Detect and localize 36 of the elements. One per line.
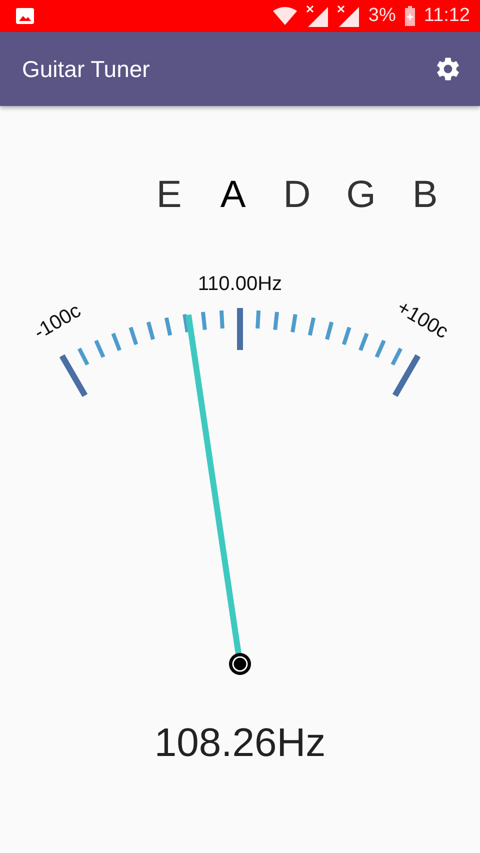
scale-tick xyxy=(146,322,155,340)
scale-tick xyxy=(358,332,369,352)
battery-icon xyxy=(404,6,415,26)
scale-tick xyxy=(94,340,106,358)
wifi-icon xyxy=(273,7,298,25)
scale-tick xyxy=(237,308,243,350)
scale-tick xyxy=(273,312,279,330)
min-cents-label: -100c xyxy=(30,300,85,344)
scale-tick xyxy=(164,317,172,336)
scale-tick xyxy=(219,310,224,329)
scale-tick xyxy=(111,332,122,352)
signal-icon xyxy=(306,5,328,27)
scale-tick xyxy=(201,312,207,330)
scale-tick xyxy=(342,326,352,346)
scale-tick xyxy=(256,310,261,329)
app-title: Guitar Tuner xyxy=(22,56,150,82)
scale-tick xyxy=(308,317,316,336)
string-tab[interactable]: E xyxy=(148,174,190,217)
scale-tick xyxy=(182,314,190,332)
signal-icon xyxy=(337,5,360,27)
max-cents-label: +100c xyxy=(393,296,452,344)
battery-percent: 3% xyxy=(368,5,396,27)
string-tab[interactable]: D xyxy=(276,174,318,217)
frequency-reading: 108.26Hz xyxy=(153,721,327,766)
scale-tick xyxy=(290,314,298,332)
settings-icon xyxy=(434,55,462,83)
clock: 11:12 xyxy=(424,5,470,27)
scale-tick xyxy=(128,326,138,346)
pivot-icon xyxy=(229,653,251,675)
image-icon xyxy=(16,8,34,24)
string-tab[interactable]: A xyxy=(212,174,254,217)
target-frequency: 110.00Hz xyxy=(198,273,282,295)
string-tab[interactable]: G xyxy=(340,174,382,217)
scale-tick xyxy=(325,322,334,340)
string-tab[interactable]: B xyxy=(404,174,446,217)
scale-tick xyxy=(374,340,386,358)
